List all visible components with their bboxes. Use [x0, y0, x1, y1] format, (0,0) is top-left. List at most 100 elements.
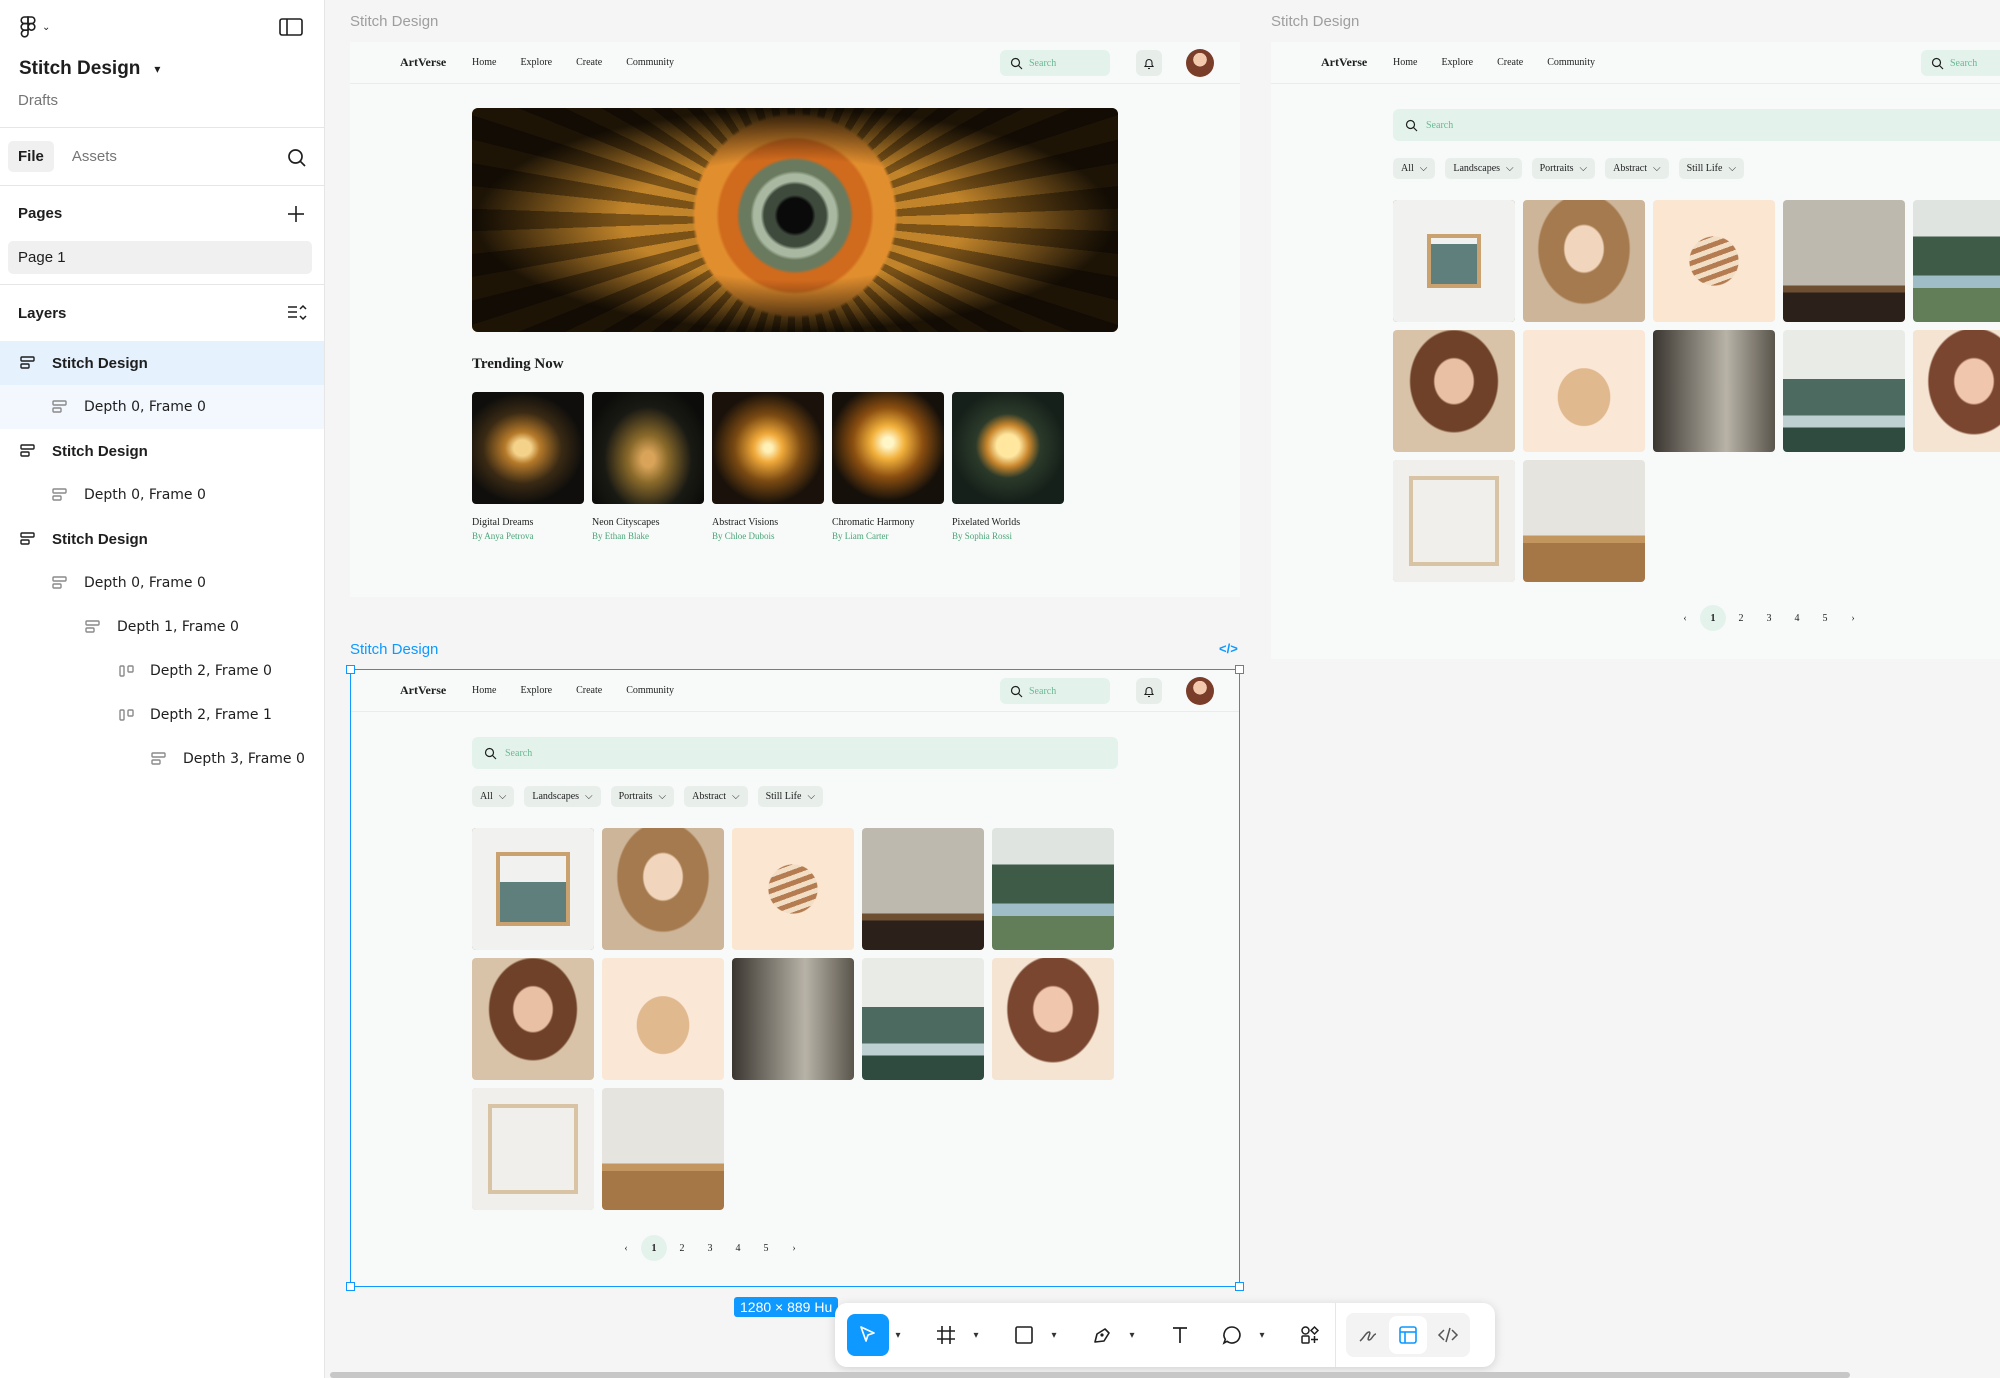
- nav-link-create[interactable]: Create: [576, 57, 602, 68]
- frame-gallery[interactable]: ArtVerse Home Explore Create Community S…: [350, 670, 1240, 1286]
- layer-item[interactable]: Stitch Design: [0, 341, 324, 385]
- dev-mode-button[interactable]: [1429, 1316, 1467, 1354]
- filter-portraits[interactable]: Portraits ⌵: [610, 786, 675, 807]
- chevron-down-icon[interactable]: ▾: [967, 1330, 985, 1341]
- notifications-button[interactable]: [1136, 50, 1162, 76]
- filter-all[interactable]: All ⌵: [472, 786, 515, 807]
- page-button[interactable]: 3: [696, 1243, 724, 1254]
- page-button[interactable]: 2: [1727, 613, 1755, 624]
- filter-landscapes[interactable]: Landscapes ⌵: [1445, 158, 1522, 179]
- chevron-down-icon[interactable]: ▾: [889, 1330, 907, 1341]
- filter-landscapes[interactable]: Landscapes ⌵: [524, 786, 601, 807]
- layer-item[interactable]: Depth 3, Frame 0: [0, 737, 324, 781]
- chevron-down-icon[interactable]: ▾: [1123, 1330, 1141, 1341]
- horizontal-scrollbar[interactable]: [330, 1372, 1850, 1378]
- notifications-button[interactable]: [1136, 678, 1162, 704]
- art-tile[interactable]: [862, 958, 984, 1080]
- art-tile[interactable]: [602, 1088, 724, 1210]
- page-button[interactable]: 1: [641, 1235, 667, 1261]
- tab-assets[interactable]: Assets: [62, 141, 127, 172]
- filter-still-life[interactable]: Still Life ⌵: [1678, 158, 1745, 179]
- design-canvas[interactable]: Stitch Design ArtVerse Home Explore Crea…: [326, 0, 2000, 1378]
- page-button[interactable]: 1: [1700, 605, 1726, 631]
- art-card[interactable]: Pixelated Worlds By Sophia Rossi: [952, 392, 1064, 541]
- layer-item[interactable]: Depth 0, Frame 0: [0, 473, 324, 517]
- page-button[interactable]: 5: [1811, 613, 1839, 624]
- pen-tool-button[interactable]: [1081, 1314, 1123, 1356]
- art-tile[interactable]: [1653, 330, 1775, 452]
- user-avatar[interactable]: [1186, 677, 1214, 705]
- next-page-button[interactable]: ›: [1839, 613, 1867, 624]
- nav-link-community[interactable]: Community: [626, 685, 674, 696]
- resize-handle[interactable]: [346, 665, 355, 674]
- nav-link-community[interactable]: Community: [1547, 57, 1595, 68]
- brand-logo[interactable]: ArtVerse: [400, 683, 446, 698]
- art-card[interactable]: Neon Cityscapes By Ethan Blake: [592, 392, 704, 541]
- actions-button[interactable]: [1289, 1314, 1331, 1356]
- frame-label-selected[interactable]: Stitch Design: [350, 641, 438, 658]
- frame-label[interactable]: Stitch Design: [1271, 13, 1359, 30]
- frame-gallery-preview[interactable]: ArtVerse Home Explore Create Community S…: [1271, 42, 2000, 659]
- art-tile[interactable]: [1913, 200, 2000, 322]
- art-tile[interactable]: [1393, 330, 1515, 452]
- resize-handle[interactable]: [1235, 665, 1244, 674]
- next-page-button[interactable]: ›: [780, 1243, 808, 1254]
- art-tile[interactable]: [1393, 460, 1515, 582]
- nav-link-home[interactable]: Home: [1393, 57, 1417, 68]
- layer-item[interactable]: Depth 0, Frame 0: [0, 385, 324, 429]
- comment-tool-button[interactable]: [1211, 1314, 1253, 1356]
- filter-all[interactable]: All ⌵: [1393, 158, 1436, 179]
- page-button[interactable]: 2: [668, 1243, 696, 1254]
- page-item-1[interactable]: Page 1: [8, 241, 312, 274]
- search-layers-button[interactable]: [286, 147, 308, 169]
- nav-search-input[interactable]: Search: [1921, 50, 2000, 76]
- layer-item[interactable]: Depth 1, Frame 0: [0, 605, 324, 649]
- art-tile[interactable]: [472, 958, 594, 1080]
- move-tool-button[interactable]: [847, 1314, 889, 1356]
- tab-file[interactable]: File: [8, 141, 54, 172]
- art-tile[interactable]: [732, 828, 854, 950]
- page-button[interactable]: 5: [752, 1243, 780, 1254]
- add-page-button[interactable]: [285, 203, 307, 225]
- filter-abstract[interactable]: Abstract ⌵: [684, 786, 748, 807]
- nav-search-input[interactable]: Search: [1000, 678, 1110, 704]
- art-card[interactable]: Abstract Visions By Chloe Dubois: [712, 392, 824, 541]
- page-button[interactable]: 4: [1783, 613, 1811, 624]
- art-tile[interactable]: [862, 828, 984, 950]
- art-tile[interactable]: [472, 1088, 594, 1210]
- code-view-icon[interactable]: </>: [1219, 641, 1238, 656]
- nav-link-explore[interactable]: Explore: [1441, 57, 1473, 68]
- art-tile[interactable]: [1783, 200, 1905, 322]
- gallery-search-input[interactable]: Search: [472, 737, 1118, 769]
- nav-link-community[interactable]: Community: [626, 57, 674, 68]
- art-card[interactable]: Digital Dreams By Anya Petrova: [472, 392, 584, 541]
- frame-label[interactable]: Stitch Design: [350, 13, 438, 30]
- text-tool-button[interactable]: [1159, 1314, 1201, 1356]
- art-tile[interactable]: [602, 958, 724, 1080]
- file-name-button[interactable]: Stitch Design ▾: [19, 58, 160, 80]
- page-button[interactable]: 4: [724, 1243, 752, 1254]
- filter-abstract[interactable]: Abstract ⌵: [1605, 158, 1669, 179]
- layer-item[interactable]: Depth 0, Frame 0: [0, 561, 324, 605]
- art-tile[interactable]: [1523, 200, 1645, 322]
- art-tile[interactable]: [1523, 460, 1645, 582]
- layer-item[interactable]: Depth 2, Frame 0: [0, 649, 324, 693]
- layer-item[interactable]: Stitch Design: [0, 429, 324, 473]
- art-tile[interactable]: [472, 828, 594, 950]
- art-tile[interactable]: [1523, 330, 1645, 452]
- filter-portraits[interactable]: Portraits ⌵: [1531, 158, 1596, 179]
- rectangle-tool-button[interactable]: [1003, 1314, 1045, 1356]
- chevron-down-icon[interactable]: ▾: [1045, 1330, 1063, 1341]
- figma-logo-menu[interactable]: ⌄: [20, 16, 56, 38]
- prev-page-button[interactable]: ‹: [1671, 613, 1699, 624]
- chevron-down-icon[interactable]: ▾: [1253, 1330, 1271, 1341]
- design-mode-button[interactable]: [1389, 1316, 1427, 1354]
- user-avatar[interactable]: [1186, 49, 1214, 77]
- page-button[interactable]: 3: [1755, 613, 1783, 624]
- art-tile[interactable]: [1653, 200, 1775, 322]
- frame-home[interactable]: ArtVerse Home Explore Create Community S…: [350, 42, 1240, 597]
- layer-item[interactable]: Depth 2, Frame 1: [0, 693, 324, 737]
- frame-tool-button[interactable]: [925, 1314, 967, 1356]
- prev-page-button[interactable]: ‹: [612, 1243, 640, 1254]
- nav-link-explore[interactable]: Explore: [520, 57, 552, 68]
